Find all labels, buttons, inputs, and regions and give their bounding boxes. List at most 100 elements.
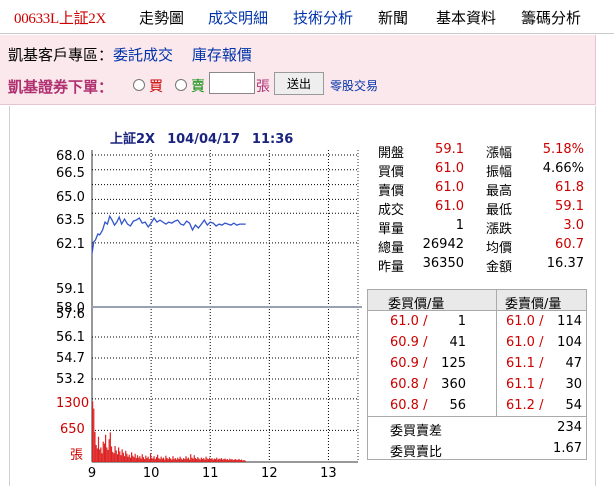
stat-row: 昨量 36350 金額 16.37	[378, 255, 588, 275]
price-axis-label: 66.5	[56, 166, 85, 181]
volume-bar	[197, 457, 199, 462]
price-line	[91, 214, 246, 254]
volume-bar	[112, 451, 114, 462]
stat-label: 最低	[486, 203, 513, 218]
volume-bar	[239, 460, 241, 462]
price-axis-label: 62.1	[56, 237, 85, 252]
volume-bar	[109, 432, 111, 462]
stat-row: 買價 61.0 振幅 4.66%	[378, 160, 588, 180]
volume-bar	[131, 452, 133, 462]
volume-bar	[159, 459, 161, 462]
summary-row: 委買賣比 1.67	[368, 438, 586, 460]
stat-label: 最高	[486, 184, 513, 199]
time-axis-label: 10	[143, 466, 160, 481]
stat-row: 總量 26942 均價 60.7	[378, 236, 588, 256]
time-axis-label: 13	[320, 466, 337, 481]
volume-bar	[191, 457, 193, 462]
ask-volume: 104	[557, 335, 582, 350]
stat-label: 賣價	[378, 184, 405, 199]
volume-bar	[212, 459, 214, 462]
volume-bar	[218, 458, 220, 462]
bid-price: 60.9 /	[390, 356, 428, 371]
volume-bar	[92, 401, 94, 462]
volume-bar	[235, 459, 237, 462]
volume-bar	[93, 408, 95, 462]
volume-bar	[238, 459, 240, 462]
volume-bar	[148, 459, 150, 462]
volume-bar	[178, 459, 180, 462]
volume-axis-label: 1300	[56, 396, 89, 411]
stat-label: 金額	[486, 260, 513, 275]
volume-bar	[223, 459, 225, 462]
volume-bar	[142, 457, 145, 462]
volume-bar	[170, 458, 172, 462]
bid-volume: 125	[441, 356, 466, 371]
stat-value: 61.0	[435, 180, 464, 195]
volume-bars	[92, 401, 246, 462]
volume-bar	[133, 457, 135, 462]
volume-bar	[204, 459, 206, 462]
volume-bar	[122, 452, 124, 462]
order-book-header: 委買價/量 委賣價/量	[368, 290, 586, 312]
price-axis-label: 54.7	[56, 351, 85, 366]
price-axis-label: 59.1	[56, 282, 85, 297]
volume-bar	[119, 451, 121, 462]
volume-bar	[115, 450, 117, 462]
stat-value: 61.0	[435, 199, 464, 214]
ask-price: 61.0 /	[506, 314, 544, 329]
volume-bar	[165, 455, 167, 462]
volume-bar	[229, 458, 231, 462]
volume-bar	[168, 457, 171, 462]
volume-bar	[171, 459, 173, 462]
volume-bar	[222, 459, 224, 462]
bid-price: 60.8 /	[390, 398, 428, 413]
volume-bar	[158, 458, 160, 462]
volume-bar	[132, 455, 134, 462]
bid-header: 委買價/量	[388, 297, 445, 312]
stat-row: 成交 61.0 最低 59.1	[378, 198, 588, 218]
volume-bar	[190, 454, 192, 462]
bid-price: 60.8 /	[390, 377, 428, 392]
chart-grid	[91, 150, 362, 463]
volume-bar	[141, 454, 143, 462]
bid-price: 60.9 /	[390, 335, 428, 350]
volume-bar	[203, 458, 205, 462]
volume-bar	[146, 458, 148, 462]
volume-bar	[187, 457, 189, 462]
volume-bar	[217, 459, 219, 462]
volume-bar	[100, 447, 102, 462]
price-axis-label: 56.1	[56, 330, 85, 345]
volume-bar	[213, 458, 215, 462]
time-axis-label: 12	[261, 466, 278, 481]
volume-bar	[174, 458, 176, 462]
volume-bar	[95, 445, 97, 462]
stat-label: 漲跌	[486, 222, 513, 237]
ask-price: 61.1 /	[506, 377, 544, 392]
volume-bar	[147, 456, 149, 462]
volume-bar	[139, 456, 141, 462]
volume-bar	[211, 458, 213, 462]
volume-bar	[184, 459, 186, 462]
volume-bar	[233, 459, 236, 462]
ask-volume: 114	[557, 314, 582, 329]
ratio-label: 委買賣比	[390, 445, 443, 460]
volume-bar	[236, 460, 238, 462]
volume-bar	[123, 456, 126, 462]
stat-row: 賣價 61.0 最高 61.8	[378, 179, 588, 199]
ask-price: 61.2 /	[506, 398, 544, 413]
volume-bar	[106, 447, 108, 462]
volume-bar	[145, 455, 147, 462]
volume-bar	[144, 459, 146, 462]
stat-value: 26942	[422, 237, 464, 252]
chart-time: 11:36	[251, 132, 294, 147]
stat-row: 單量 1 漲跌 3.0	[378, 217, 588, 237]
order-book-summary: 委買賣差 234 委買賣比 1.67	[368, 416, 586, 460]
volume-bar	[214, 459, 217, 462]
stat-value: 60.7	[555, 237, 584, 252]
volume-bar	[205, 456, 207, 462]
stat-value: 16.37	[546, 256, 584, 271]
volume-axis-label: 650	[60, 422, 85, 437]
volume-bar	[193, 455, 195, 462]
volume-bar	[242, 460, 244, 462]
volume-bar	[185, 456, 187, 462]
